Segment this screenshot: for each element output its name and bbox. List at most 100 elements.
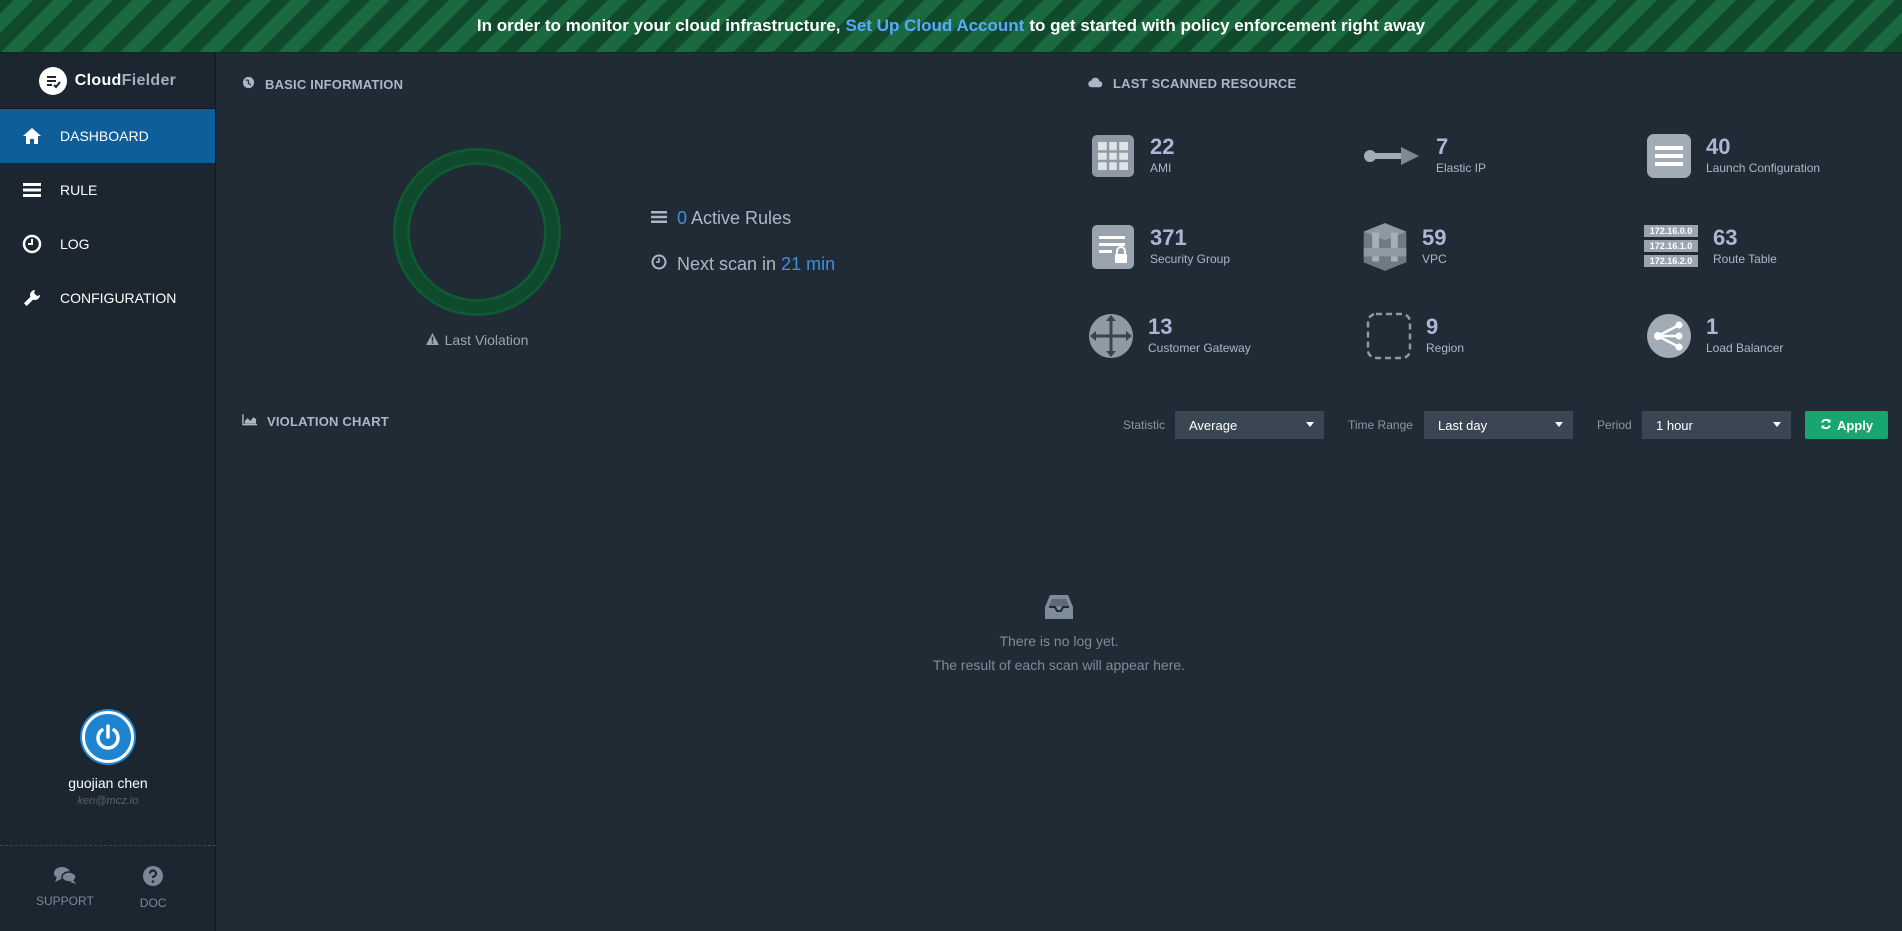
support-button[interactable]: SUPPORT xyxy=(36,865,94,910)
chevron-down-icon xyxy=(1306,422,1314,427)
empty-log-state: There is no log yet. The result of each … xyxy=(216,594,1902,673)
cloud-icon xyxy=(1088,76,1103,91)
question-circle-icon xyxy=(142,865,164,890)
violation-chart-heading: VIOLATION CHART xyxy=(242,414,389,429)
brand-name-part2: Fielder xyxy=(121,71,177,89)
section-title: VIOLATION CHART xyxy=(267,414,389,429)
active-rules-stat[interactable]: 0 Active Rules xyxy=(651,208,791,229)
resource-elastic-ip[interactable]: 7 Elastic IP xyxy=(1362,133,1486,179)
empty-line-1: There is no log yet. xyxy=(999,633,1119,649)
active-rules-count: 0 xyxy=(677,208,688,228)
warning-icon xyxy=(425,332,439,348)
wrench-icon xyxy=(22,288,42,308)
resource-route-table[interactable]: 172.16.0.0 172.16.1.0 172.16.2.0 63 Rout… xyxy=(1643,221,1777,271)
setup-cloud-account-link[interactable]: Set Up Cloud Account xyxy=(846,16,1025,36)
launch-config-icon xyxy=(1646,133,1692,179)
security-group-icon xyxy=(1090,224,1136,270)
sidebar-item-label: RULE xyxy=(60,182,98,198)
sidebar-item-dashboard[interactable]: DASHBOARD xyxy=(0,109,215,163)
list-icon xyxy=(22,180,42,200)
resource-count: 40 xyxy=(1706,134,1731,159)
route-ip: 172.16.1.0 xyxy=(1644,240,1698,252)
apply-button[interactable]: Apply xyxy=(1805,411,1888,439)
sidebar-item-configuration[interactable]: CONFIGURATION xyxy=(0,271,215,325)
last-violation-ring xyxy=(396,151,558,313)
resource-label: Load Balancer xyxy=(1706,341,1784,355)
next-scan-prefix: Next scan in xyxy=(677,254,777,274)
statistic-value: Average xyxy=(1189,417,1238,433)
area-chart-icon xyxy=(242,414,257,429)
resource-customer-gateway[interactable]: 13 Customer Gateway xyxy=(1088,313,1251,359)
section-title: LAST SCANNED RESOURCE xyxy=(1113,76,1297,91)
resource-count: 7 xyxy=(1436,134,1449,159)
resource-count: 371 xyxy=(1150,225,1187,250)
brand-logo[interactable]: CloudFielder xyxy=(0,53,215,109)
doc-button[interactable]: DOC xyxy=(140,865,166,910)
resource-label: Region xyxy=(1426,341,1465,355)
refresh-icon xyxy=(1820,418,1832,433)
empty-line-2: The result of each scan will appear here… xyxy=(932,657,1186,673)
user-profile[interactable]: guojian chen ken@mcz.io xyxy=(0,711,216,807)
customer-gateway-icon xyxy=(1088,313,1134,359)
resource-label: Security Group xyxy=(1150,252,1231,266)
resource-ami[interactable]: 22 AMI xyxy=(1090,133,1174,179)
resource-label: Elastic IP xyxy=(1436,161,1487,175)
resource-load-balancer[interactable]: 1 Load Balancer xyxy=(1646,313,1783,359)
active-rules-label: Active Rules xyxy=(691,208,792,228)
statistic-label: Statistic xyxy=(1123,418,1166,432)
period-select[interactable]: 1 hour xyxy=(1642,411,1791,439)
resource-count: 22 xyxy=(1150,134,1175,159)
route-table-icon: 172.16.0.0 172.16.1.0 172.16.2.0 xyxy=(1643,221,1699,271)
resource-count: 59 xyxy=(1422,225,1447,250)
resource-launch-configuration[interactable]: 40 Launch Configuration xyxy=(1646,133,1820,179)
resource-security-group[interactable]: 371 Security Group xyxy=(1090,224,1230,270)
support-label: SUPPORT xyxy=(36,894,94,908)
time-range-label: Time Range xyxy=(1348,418,1413,432)
chevron-down-icon xyxy=(1773,422,1781,427)
sidebar-item-label: DASHBOARD xyxy=(60,128,149,144)
clock-icon xyxy=(651,254,667,275)
resource-count: 13 xyxy=(1148,314,1173,339)
brand-name-part1: Cloud xyxy=(74,71,122,89)
sidebar-item-rule[interactable]: RULE xyxy=(0,163,215,217)
sidebar: CloudFielder DASHBOARD RULE LOG CONFIGUR… xyxy=(0,53,216,931)
sidebar-item-log[interactable]: LOG xyxy=(0,217,215,271)
clock-icon xyxy=(22,234,42,254)
apply-label: Apply xyxy=(1836,417,1874,433)
resource-region[interactable]: 9 Region xyxy=(1366,312,1465,360)
route-ip: 172.16.2.0 xyxy=(1644,255,1698,267)
chevron-down-icon xyxy=(1555,422,1563,427)
resource-label: Launch Configuration xyxy=(1706,161,1821,175)
resource-count: 1 xyxy=(1706,314,1719,339)
sidebar-footer: SUPPORT DOC xyxy=(0,865,216,910)
period-value: 1 hour xyxy=(1656,417,1693,433)
user-name: guojian chen xyxy=(68,775,148,791)
sidebar-item-label: CONFIGURATION xyxy=(60,290,177,306)
time-range-value: Last day xyxy=(1438,417,1488,433)
time-range-select[interactable]: Last day xyxy=(1424,411,1573,439)
region-icon xyxy=(1366,312,1412,360)
ami-grid-icon xyxy=(1090,133,1136,179)
list-icon xyxy=(651,208,667,229)
banner-text-prefix: In order to monitor your cloud infrastru… xyxy=(476,16,841,35)
avatar[interactable] xyxy=(82,711,134,763)
resource-label: Customer Gateway xyxy=(1148,341,1251,355)
route-ip: 172.16.0.0 xyxy=(1644,225,1698,237)
globe-icon xyxy=(242,76,255,92)
vpc-icon xyxy=(1362,218,1408,276)
elastic-ip-arrow-icon xyxy=(1362,133,1422,179)
resource-count: 9 xyxy=(1426,314,1439,339)
user-email: ken@mcz.io xyxy=(77,795,139,807)
next-scan-stat: Next scan in 21 min xyxy=(651,254,835,275)
resource-label: AMI xyxy=(1150,161,1172,175)
sidebar-divider xyxy=(0,845,216,846)
section-title: BASIC INFORMATION xyxy=(265,76,404,92)
resource-label: Route Table xyxy=(1713,252,1777,266)
load-balancer-icon xyxy=(1646,313,1692,359)
logo-mark-icon xyxy=(38,66,67,95)
last-scanned-resource-heading: LAST SCANNED RESOURCE xyxy=(1088,76,1296,91)
statistic-select[interactable]: Average xyxy=(1175,411,1324,439)
next-scan-value: 21 min xyxy=(781,254,836,274)
resource-vpc[interactable]: 59 VPC xyxy=(1362,218,1447,276)
home-icon xyxy=(22,126,42,146)
